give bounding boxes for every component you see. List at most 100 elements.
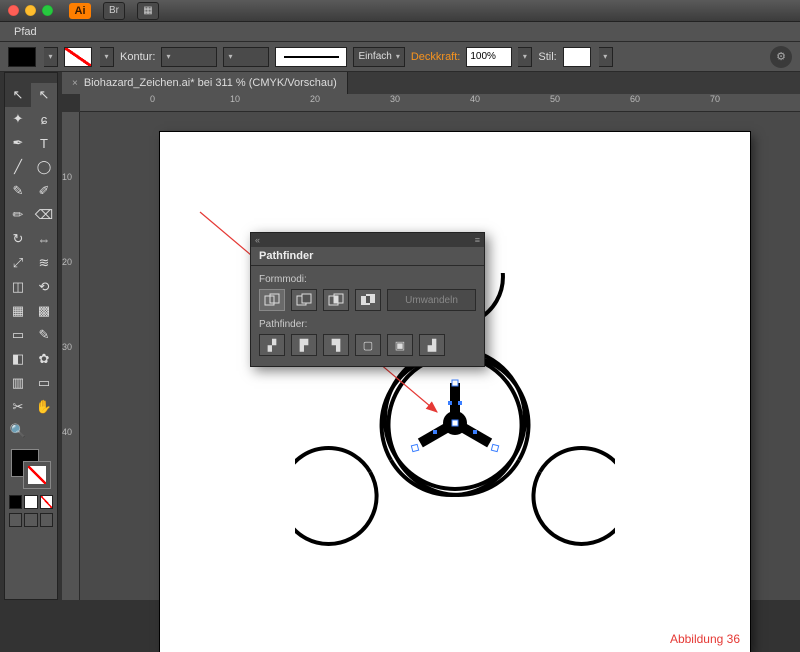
artboard-tool[interactable]: ▭ <box>31 371 57 395</box>
draw-normal[interactable] <box>9 513 22 527</box>
ruler-tick: 40 <box>470 94 480 104</box>
scale-tool[interactable]: ⤢ <box>5 251 31 275</box>
stroke-profile-preview[interactable] <box>275 47 347 67</box>
type-tool[interactable]: T <box>31 131 57 155</box>
lasso-tool[interactable]: ɕ <box>31 107 57 131</box>
panel-menu-icon[interactable]: ≡ <box>475 235 480 245</box>
pen-tool[interactable]: ✒ <box>5 131 31 155</box>
fill-stroke-indicator[interactable] <box>5 447 57 493</box>
stroke-style-combo[interactable]: Einfach▾ <box>353 47 404 67</box>
document-tab-row: × Biohazard_Zeichen.ai* bei 311 % (CMYK/… <box>62 72 800 94</box>
arrange-documents-button[interactable]: ▦ <box>137 2 159 20</box>
pathfinder-tab[interactable]: Pathfinder <box>251 247 484 266</box>
fill-swatch-dropdown[interactable]: ▾ <box>44 47 58 67</box>
opacity-dropdown[interactable]: ▾ <box>518 47 532 67</box>
document-tab[interactable]: × Biohazard_Zeichen.ai* bei 311 % (CMYK/… <box>62 72 348 94</box>
bridge-label: Br <box>109 5 119 16</box>
selection-tool[interactable]: ↖ <box>5 83 31 107</box>
shapemode-intersect-button[interactable] <box>323 289 349 311</box>
ruler-tick: 30 <box>390 94 400 104</box>
artboard[interactable]: Abbildung 36 <box>160 132 750 652</box>
stroke-width-profile-combo[interactable]: ▾ <box>223 47 269 67</box>
paintbrush-tool[interactable]: ✎ <box>5 179 31 203</box>
color-mode-gradient[interactable] <box>24 495 37 509</box>
ruler-tick: 20 <box>62 257 72 267</box>
blend-tool[interactable]: ◧ <box>5 347 31 371</box>
traffic-lights <box>8 5 53 16</box>
blob-brush-tool[interactable]: ✏ <box>5 203 31 227</box>
shapemode-exclude-button[interactable] <box>355 289 381 311</box>
canvas[interactable]: Abbildung 36 «≡ Pathfinder Formmodi: <box>80 112 800 600</box>
minimize-window-button[interactable] <box>25 5 36 16</box>
deckkraft-label: Deckkraft: <box>411 51 461 63</box>
stroke-swatch-dropdown[interactable]: ▾ <box>100 47 114 67</box>
draw-behind[interactable] <box>24 513 37 527</box>
opacity-field[interactable]: 100% <box>466 47 512 67</box>
shapemode-minus-front-button[interactable] <box>291 289 317 311</box>
panel-collapse-icon[interactable]: « <box>255 235 260 245</box>
eraser-tool[interactable]: ⌫ <box>31 203 57 227</box>
column-graph-tool[interactable]: ▥ <box>5 371 31 395</box>
app-badge: Ai <box>69 3 91 19</box>
main-workspace: ↖ ↖ ✦ ɕ ✒ T ╱ ◯ ✎ ✐ ✏ ⌫ ↻ ⇔ ⤢ ≋ ◫ ⟲ ▦ ▩ … <box>0 72 800 600</box>
slice-tool[interactable]: ✂ <box>5 395 31 419</box>
pathfinder-panel[interactable]: «≡ Pathfinder Formmodi: Umwandeln Pathfi… <box>250 232 485 367</box>
ruler-tick: 10 <box>230 94 240 104</box>
panel-options-icon[interactable]: ⚙ <box>770 46 792 68</box>
pathfinder-crop-button[interactable]: ▢ <box>355 334 381 356</box>
symbol-sprayer-tool[interactable]: ✿ <box>31 347 57 371</box>
rotate-tool[interactable]: ↻ <box>5 227 31 251</box>
pathfinder-merge-button[interactable]: ▜ <box>323 334 349 356</box>
ellipse-tool[interactable]: ◯ <box>31 155 57 179</box>
stil-label: Stil: <box>538 51 556 63</box>
ruler-tick: 70 <box>710 94 720 104</box>
free-transform-tool[interactable]: ⟲ <box>31 275 57 299</box>
stroke-weight-combo[interactable]: ▾ <box>161 47 217 67</box>
horizontal-ruler[interactable]: 0 10 20 30 40 50 60 70 <box>80 94 800 112</box>
direct-selection-tool[interactable]: ↖ <box>31 83 57 107</box>
control-bar: ▾ ▾ Kontur: ▾ ▾ Einfach▾ Deckkraft: 100%… <box>0 42 800 72</box>
gradient-tool[interactable]: ▭ <box>5 323 31 347</box>
ruler-tick: 40 <box>62 427 72 437</box>
close-tab-icon[interactable]: × <box>72 78 78 89</box>
shapemode-unite-button[interactable] <box>259 289 285 311</box>
pathfinder-divide-button[interactable]: ▞ <box>259 334 285 356</box>
screen-mode-row <box>5 511 57 529</box>
hand-tool[interactable]: ✋ <box>31 395 57 419</box>
line-tool[interactable]: ╱ <box>5 155 31 179</box>
bridge-button[interactable]: Br <box>103 2 125 20</box>
stroke-indicator[interactable] <box>23 461 51 489</box>
zoom-tool[interactable]: 🔍 <box>5 419 31 443</box>
expand-button[interactable]: Umwandeln <box>387 289 476 311</box>
color-mode-none[interactable] <box>40 495 53 509</box>
mesh-tool[interactable]: ▩ <box>31 299 57 323</box>
vertical-ruler[interactable]: 10 20 30 40 <box>62 112 80 600</box>
pathfinder-outline-button[interactable]: ▣ <box>387 334 413 356</box>
close-window-button[interactable] <box>8 5 19 16</box>
color-mode-row <box>5 493 57 511</box>
shape-builder-tool[interactable]: ◫ <box>5 275 31 299</box>
graphic-style-swatch[interactable] <box>563 47 591 67</box>
pencil-tool[interactable]: ✐ <box>31 179 57 203</box>
graphic-style-dropdown[interactable]: ▾ <box>599 47 613 67</box>
fill-swatch[interactable] <box>8 47 36 67</box>
reflect-tool[interactable]: ⇔ <box>31 227 57 251</box>
document-tab-title: Biohazard_Zeichen.ai* bei 311 % (CMYK/Vo… <box>84 77 337 89</box>
pathfinder-trim-button[interactable]: ▛ <box>291 334 317 356</box>
perspective-grid-tool[interactable]: ▦ <box>5 299 31 323</box>
stroke-swatch[interactable] <box>64 47 92 67</box>
magic-wand-tool[interactable]: ✦ <box>5 107 31 131</box>
pathfinder-minus-back-button[interactable]: ▟ <box>419 334 445 356</box>
tool-spacer <box>31 419 57 443</box>
context-label-text: Pfad <box>14 26 37 38</box>
ruler-tick: 0 <box>150 94 155 104</box>
panel-header[interactable]: «≡ <box>251 233 484 247</box>
formmodi-label: Formmodi: <box>259 274 476 285</box>
tools-panel-grip[interactable] <box>5 73 57 83</box>
mac-titlebar: Ai Br ▦ <box>0 0 800 22</box>
warp-tool[interactable]: ≋ <box>31 251 57 275</box>
zoom-window-button[interactable] <box>42 5 53 16</box>
draw-inside[interactable] <box>40 513 53 527</box>
eyedropper-tool[interactable]: ✎ <box>31 323 57 347</box>
color-mode-solid[interactable] <box>9 495 22 509</box>
